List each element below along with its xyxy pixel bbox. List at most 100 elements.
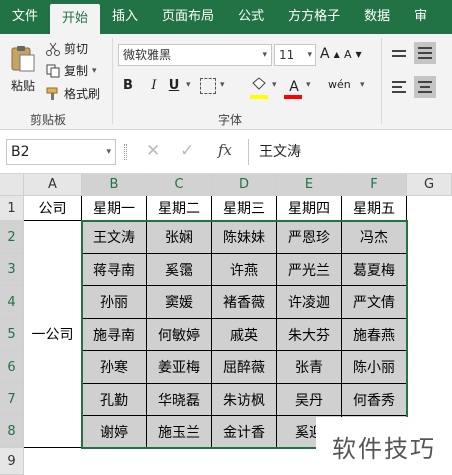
paste-button[interactable]: 粘贴: [8, 38, 38, 100]
merged-cell-a2-a8[interactable]: 一公司: [24, 221, 82, 448]
header-cell[interactable]: 星期五: [342, 196, 407, 221]
header-cell[interactable]: 星期三: [212, 196, 277, 221]
tab-2[interactable]: 插入: [100, 0, 150, 34]
table-cell[interactable]: 华晓磊: [147, 384, 212, 416]
column-header[interactable]: D: [212, 174, 277, 196]
tab-4[interactable]: 公式: [226, 0, 276, 34]
table-cell[interactable]: 冯杰: [342, 221, 407, 254]
chevron-down-icon[interactable]: ▾: [186, 80, 191, 90]
table-cell[interactable]: 金计香: [212, 416, 277, 448]
column-header[interactable]: C: [147, 174, 212, 196]
chevron-down-icon[interactable]: ▾: [92, 66, 97, 76]
tab-5[interactable]: 方方格子: [276, 0, 352, 34]
chevron-down-icon[interactable]: ▾: [220, 80, 225, 90]
row-header[interactable]: 9: [0, 448, 24, 475]
underline-button[interactable]: U: [164, 78, 184, 93]
table-cell[interactable]: 戚英: [212, 319, 277, 351]
formula-value: 王文涛: [259, 144, 301, 160]
row-header[interactable]: 4: [0, 286, 24, 319]
chevron-down-icon[interactable]: ▾: [272, 80, 277, 90]
phonetic-button[interactable]: wén: [328, 78, 351, 91]
name-box[interactable]: B2 ▾: [6, 139, 116, 165]
header-cell[interactable]: 星期二: [147, 196, 212, 221]
table-cell[interactable]: 施寻南: [82, 319, 147, 351]
table-cell[interactable]: 褚香薇: [212, 286, 277, 319]
table-cell[interactable]: 孙丽: [82, 286, 147, 319]
table-cell[interactable]: 陈小丽: [342, 351, 407, 384]
row-header[interactable]: 1: [0, 196, 24, 221]
row-header[interactable]: 3: [0, 254, 24, 286]
table-cell[interactable]: 严文倩: [342, 286, 407, 319]
table-cell[interactable]: 张娴: [147, 221, 212, 254]
select-all-corner[interactable]: [0, 174, 24, 196]
table-cell[interactable]: 严恩珍: [277, 221, 342, 254]
row-header[interactable]: 6: [0, 351, 24, 384]
table-cell[interactable]: 朱访枫: [212, 384, 277, 416]
font-color-button[interactable]: A: [284, 76, 304, 99]
table-cell[interactable]: 窦媛: [147, 286, 212, 319]
font-size-select[interactable]: 11 ▾: [274, 44, 316, 66]
table-cell[interactable]: 陈妹妹: [212, 221, 277, 254]
table-cell[interactable]: 孙寒: [82, 351, 147, 384]
table-cell[interactable]: 王文涛: [82, 221, 147, 254]
formula-input[interactable]: 王文涛: [248, 139, 452, 165]
align-middle-button[interactable]: [414, 42, 436, 64]
fill-color-button[interactable]: [250, 76, 272, 99]
function-icon[interactable]: fx: [218, 141, 232, 159]
table-cell[interactable]: 吴丹: [277, 384, 342, 416]
row-header[interactable]: 5: [0, 319, 24, 351]
column-header[interactable]: F: [342, 174, 407, 196]
table-cell[interactable]: 谢婷: [82, 416, 147, 448]
tab-7[interactable]: 审: [402, 0, 439, 34]
paint-bucket-icon: [252, 77, 266, 90]
table-cell[interactable]: 许凌迦: [277, 286, 342, 319]
table-cell[interactable]: 许燕: [212, 254, 277, 286]
empty-cell[interactable]: [407, 196, 452, 448]
table-cell[interactable]: 何敏婷: [147, 319, 212, 351]
tab-3[interactable]: 页面布局: [150, 0, 226, 34]
row-header[interactable]: 8: [0, 416, 24, 448]
bold-button[interactable]: B: [118, 78, 138, 93]
tab-1[interactable]: 开始: [50, 4, 101, 34]
copy-button[interactable]: 复制 ▾: [46, 62, 97, 79]
align-top-button[interactable]: [388, 42, 410, 64]
format-painter-button[interactable]: 格式刷: [46, 85, 100, 102]
table-cell[interactable]: 屈醉薇: [212, 351, 277, 384]
chevron-down-icon[interactable]: ▾: [306, 80, 311, 90]
tab-6[interactable]: 数据: [352, 0, 402, 34]
italic-button[interactable]: I: [144, 78, 164, 93]
grow-font-button[interactable]: A ▲: [320, 46, 340, 62]
cancel-icon[interactable]: ✕: [146, 141, 160, 161]
table-cell[interactable]: 何香秀: [342, 384, 407, 416]
table-cell[interactable]: 张青: [277, 351, 342, 384]
cell-a1[interactable]: 公司: [24, 196, 82, 221]
align-center-button[interactable]: [414, 76, 436, 98]
chevron-down-icon[interactable]: ▾: [360, 80, 365, 90]
cut-button[interactable]: 剪切: [46, 40, 88, 57]
ribbon: 粘贴 剪切 复制 ▾ 格式刷 剪贴板 微软雅黑 ▾ 11 ▾ A ▲ A ▼ B I…: [0, 34, 452, 130]
table-cell[interactable]: 施春燕: [342, 319, 407, 351]
font-name-select[interactable]: 微软雅黑 ▾: [118, 44, 272, 66]
row-header[interactable]: 2: [0, 221, 24, 254]
tab-0[interactable]: 文件: [0, 0, 50, 34]
column-header[interactable]: B: [82, 174, 147, 196]
align-left-button[interactable]: [388, 76, 410, 98]
table-cell[interactable]: 严光兰: [277, 254, 342, 286]
chevron-down-icon[interactable]: ▾: [106, 140, 111, 164]
header-cell[interactable]: 星期一: [82, 196, 147, 221]
row-header[interactable]: 7: [0, 384, 24, 416]
column-header[interactable]: E: [277, 174, 342, 196]
header-cell[interactable]: 星期四: [277, 196, 342, 221]
border-button[interactable]: [200, 78, 216, 94]
table-cell[interactable]: 朱大芬: [277, 319, 342, 351]
column-header[interactable]: A: [24, 174, 82, 196]
shrink-font-button[interactable]: A ▼: [344, 48, 362, 61]
table-cell[interactable]: 施玉兰: [147, 416, 212, 448]
check-icon[interactable]: ✓: [180, 141, 194, 161]
table-cell[interactable]: 姜亚梅: [147, 351, 212, 384]
table-cell[interactable]: 蒋寻南: [82, 254, 147, 286]
table-cell[interactable]: 奚霭: [147, 254, 212, 286]
table-cell[interactable]: 孔勤: [82, 384, 147, 416]
table-cell[interactable]: 葛夏梅: [342, 254, 407, 286]
column-header[interactable]: G: [407, 174, 452, 196]
